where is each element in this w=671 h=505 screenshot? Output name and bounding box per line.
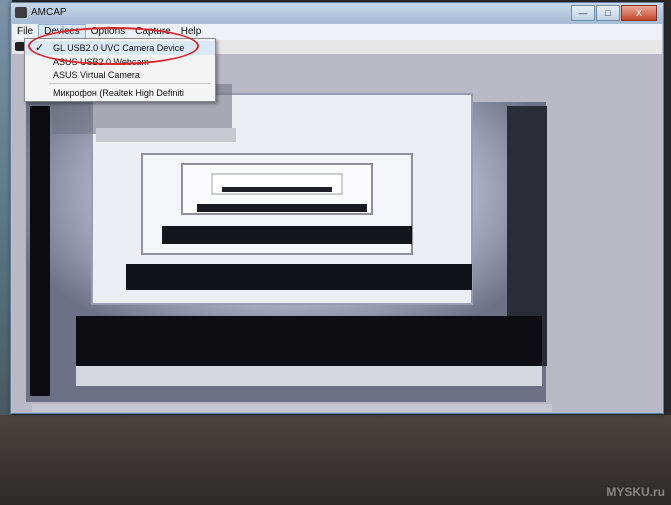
video-preview [12, 54, 662, 412]
red-highlight-ellipse [28, 27, 199, 65]
minimize-button[interactable]: — [571, 5, 595, 21]
menu-separator [49, 83, 211, 84]
device-item-label: ASUS Virtual Camera [53, 70, 140, 80]
watermark: MYSKU.ru [606, 485, 665, 499]
device-item-asus-virtual-camera[interactable]: ASUS Virtual Camera [25, 68, 215, 82]
camera-app-icon [15, 7, 27, 18]
title-bar[interactable]: AMCAP — □ X [11, 3, 663, 23]
maximize-button[interactable]: □ [596, 5, 620, 21]
menu-file[interactable]: File [12, 25, 38, 39]
device-item-label: Микрофон (Realtek High Definiti [53, 88, 184, 98]
device-item-microphone[interactable]: Микрофон (Realtek High Definiti [25, 86, 215, 100]
laptop-bezel [0, 415, 671, 505]
window-controls: — □ X [570, 5, 657, 21]
close-button[interactable]: X [621, 5, 657, 21]
recursive-feedback-image [12, 54, 662, 412]
window-title: AMCAP [31, 7, 67, 18]
